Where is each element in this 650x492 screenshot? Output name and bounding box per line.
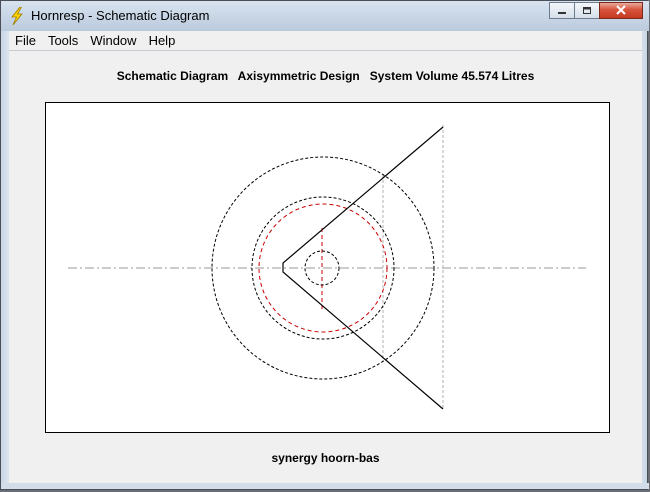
- title-bar[interactable]: Hornresp - Schematic Diagram: [1, 1, 649, 31]
- maximize-button[interactable]: [574, 2, 600, 19]
- schematic-canvas: [45, 102, 610, 433]
- menu-window[interactable]: Window: [84, 31, 142, 50]
- minimize-button[interactable]: [549, 2, 575, 19]
- menu-tools[interactable]: Tools: [42, 31, 84, 50]
- client-area: Schematic Diagram Axisymmetric Design Sy…: [9, 51, 642, 483]
- close-icon: [615, 2, 627, 20]
- minimize-icon: [557, 2, 567, 20]
- window-controls: [549, 2, 643, 20]
- diagram-header: Schematic Diagram Axisymmetric Design Sy…: [116, 69, 535, 83]
- app-window: Hornresp - Schematic Diagram File Tools …: [0, 0, 649, 490]
- menu-bar: File Tools Window Help: [9, 31, 642, 51]
- window-border-bottom: [1, 483, 649, 489]
- window-border-left: [1, 31, 9, 489]
- menu-file[interactable]: File: [9, 31, 42, 50]
- lightning-bolt-icon: [9, 6, 25, 26]
- maximize-icon: [582, 2, 592, 20]
- close-button[interactable]: [599, 2, 643, 19]
- menu-help[interactable]: Help: [143, 31, 182, 50]
- window-title: Hornresp - Schematic Diagram: [31, 8, 210, 23]
- diagram-footer: synergy hoorn-bas: [271, 451, 380, 465]
- schematic-drawing: [68, 125, 586, 410]
